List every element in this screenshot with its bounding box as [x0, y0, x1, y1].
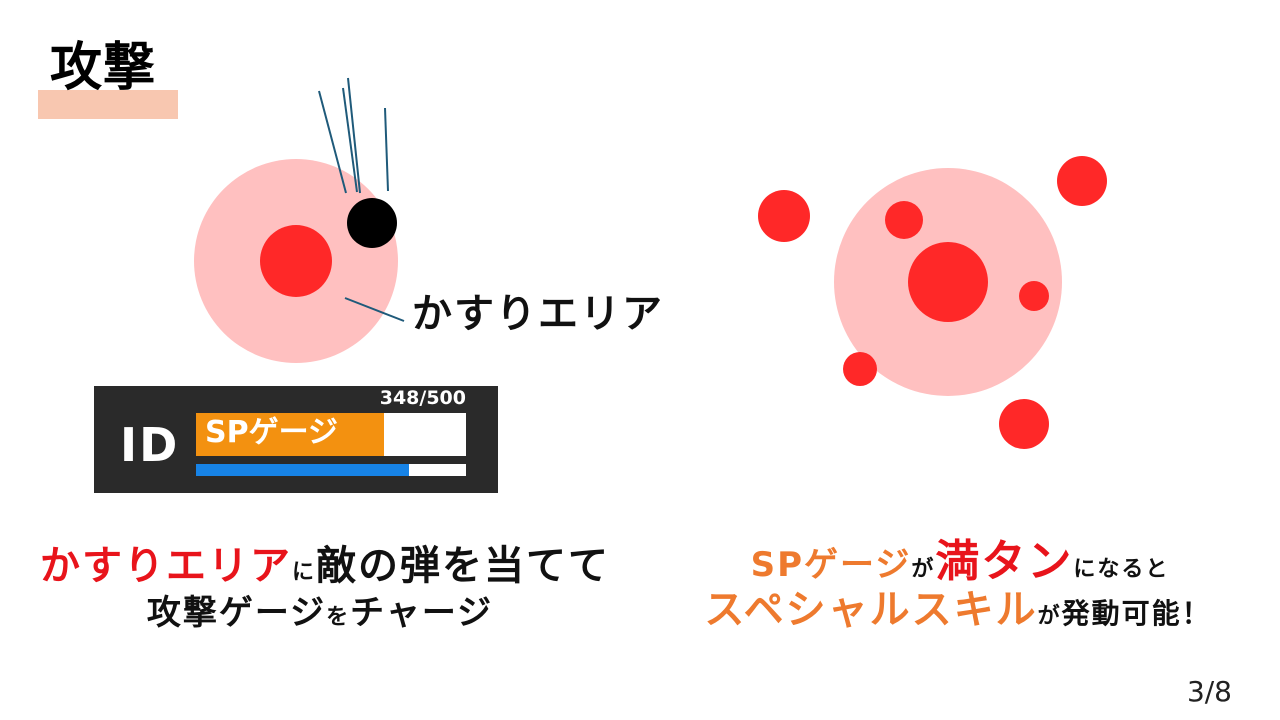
caption-left-line1-rest: 敵の弾を当てて	[316, 543, 611, 589]
player-core	[908, 242, 988, 322]
particle-wo: を	[326, 605, 351, 630]
charge-text: チャージ	[350, 593, 494, 633]
sp-gauge-track: SPゲージ	[196, 413, 466, 456]
sp-count: 348/500	[379, 387, 466, 409]
attack-gauge-fill	[196, 464, 410, 476]
bullet	[843, 352, 877, 386]
attack-gauge-track	[196, 464, 466, 476]
sp-gauge-label: SPゲージ	[205, 415, 338, 450]
player-core	[260, 225, 332, 297]
bullet	[1057, 156, 1107, 206]
bullet	[999, 399, 1049, 449]
caption-right-line1-rest: になると	[1073, 557, 1170, 582]
particle-ga-2: が	[1037, 604, 1062, 629]
attack-gauge-text: 攻撃ゲージ	[146, 593, 327, 633]
graze-diagram	[194, 77, 405, 363]
particle-ga: が	[911, 557, 936, 582]
bullet	[758, 190, 810, 242]
full-emphasis: 満タン	[935, 536, 1074, 587]
page-number: 3/8	[1186, 675, 1232, 708]
slide: 攻撃 かすりエリア ID 348/500 SPゲージ かすりエリアに敵の弾を当て…	[0, 0, 1280, 720]
caption-right-line1: SPゲージが満タンになると	[680, 540, 1240, 584]
enemy-bullet	[347, 198, 397, 248]
graze-area-label: かすりエリア	[412, 291, 664, 337]
caption-right-line2-rest: 発動可能！	[1061, 597, 1212, 630]
particle-ni: に	[292, 560, 317, 585]
sp-hud-panel: ID 348/500 SPゲージ	[94, 386, 498, 493]
sp-gauge-highlight: SPゲージ	[750, 545, 912, 585]
graze-area-highlight: かすりエリア	[40, 543, 292, 589]
caption-right-line2: スペシャルスキルが発動可能！	[668, 590, 1248, 630]
caption-left-line1: かすりエリアに敵の弾を当てて	[40, 543, 608, 589]
id-logo: ID	[120, 418, 180, 472]
bullet	[885, 201, 923, 239]
special-skill-highlight: スペシャルスキル	[704, 587, 1038, 633]
caption-left-line2: 攻撃ゲージをチャージ	[40, 596, 600, 630]
bullet	[1019, 281, 1049, 311]
special-skill-diagram	[758, 156, 1107, 449]
trail-line	[384, 107, 389, 192]
